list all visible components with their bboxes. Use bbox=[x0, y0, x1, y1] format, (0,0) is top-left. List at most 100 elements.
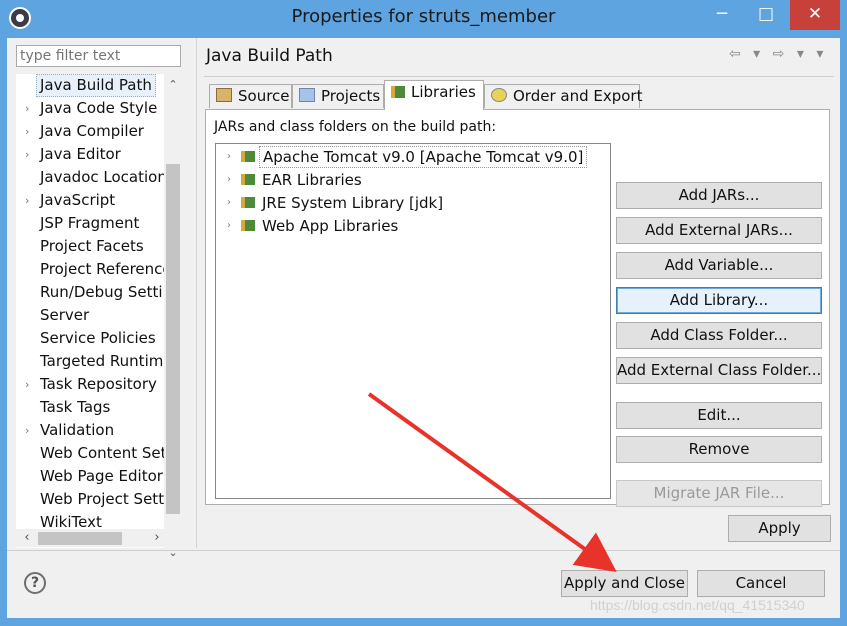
tree-item-java-editor[interactable]: › Java Editor bbox=[16, 143, 164, 166]
tab-order-and-export[interactable]: Order and Export bbox=[484, 84, 643, 108]
filter-input[interactable] bbox=[16, 45, 181, 67]
tree-item-label: Validation bbox=[40, 421, 115, 439]
tree-item-label: Service Policies bbox=[40, 329, 156, 347]
libraries-caption: JARs and class folders on the build path… bbox=[214, 119, 497, 135]
library-label: EAR Libraries bbox=[262, 171, 362, 189]
tree-item-label: Project References bbox=[40, 260, 164, 278]
library-icon bbox=[241, 174, 255, 185]
tree-item-label: Server bbox=[40, 306, 90, 324]
remove-button[interactable]: Remove bbox=[616, 436, 822, 463]
scroll-left-icon[interactable]: ‹ bbox=[18, 529, 36, 547]
expand-arrow-icon[interactable]: › bbox=[227, 192, 231, 214]
pane-divider[interactable] bbox=[196, 38, 197, 548]
minimize-button[interactable]: ─ bbox=[700, 0, 744, 30]
library-label: Apache Tomcat v9.0 [Apache Tomcat v9.0] bbox=[259, 146, 588, 168]
library-icon bbox=[241, 220, 255, 231]
apply-and-close-button[interactable]: Apply and Close bbox=[561, 570, 688, 597]
scroll-thumb[interactable] bbox=[166, 164, 180, 514]
scroll-thumb[interactable] bbox=[38, 532, 122, 545]
expand-arrow-icon[interactable]: › bbox=[227, 215, 231, 237]
dialog-body: Java Build Path › Java Code Style › Java C… bbox=[7, 38, 840, 618]
scroll-down-icon[interactable]: ⌄ bbox=[164, 544, 182, 562]
close-button[interactable]: ✕ bbox=[790, 0, 840, 30]
title-separator bbox=[204, 76, 834, 77]
tree-item-label: Web Content Settings bbox=[40, 444, 164, 462]
tab-libraries[interactable]: Libraries bbox=[384, 80, 484, 110]
tree-item-web-project-settings[interactable]: Web Project Settings bbox=[16, 488, 164, 511]
tree-item-label: Run/Debug Settings bbox=[40, 283, 164, 301]
add-class-folder-button[interactable]: Add Class Folder... bbox=[616, 322, 822, 349]
expand-arrow-icon[interactable]: › bbox=[25, 120, 29, 143]
tree-item-service-policies[interactable]: Service Policies bbox=[16, 327, 164, 350]
maximize-button[interactable]: □ bbox=[744, 0, 788, 30]
add-variable-button[interactable]: Add Variable... bbox=[616, 252, 822, 279]
source-folder-icon bbox=[216, 88, 232, 102]
tree-item-project-facets[interactable]: Project Facets bbox=[16, 235, 164, 258]
tree-item-label: JSP Fragment bbox=[40, 214, 140, 232]
edit-button[interactable]: Edit... bbox=[616, 402, 822, 429]
library-label: Web App Libraries bbox=[262, 217, 399, 235]
tree-item-label: Web Project Settings bbox=[40, 490, 164, 508]
tree-vertical-scrollbar[interactable]: ⌃ ⌄ bbox=[164, 74, 182, 559]
tab-label: Order and Export bbox=[513, 87, 643, 105]
tree-item-java-compiler[interactable]: › Java Compiler bbox=[16, 120, 164, 143]
tree-item-label: Java Compiler bbox=[40, 122, 144, 140]
tree-item-label: Java Code Style bbox=[40, 99, 158, 117]
expand-arrow-icon[interactable]: › bbox=[25, 189, 29, 212]
preference-tree[interactable]: Java Build Path › Java Code Style › Java C… bbox=[16, 74, 182, 548]
expand-arrow-icon[interactable]: › bbox=[227, 146, 231, 168]
tree-item-label: JavaScript bbox=[40, 191, 116, 209]
tree-item-label: Project Facets bbox=[40, 237, 144, 255]
tree-item-web-content-settings[interactable]: Web Content Settings bbox=[16, 442, 164, 465]
expand-arrow-icon[interactable]: › bbox=[25, 419, 29, 442]
migrate-jar-button[interactable]: Migrate JAR File... bbox=[616, 480, 822, 507]
tree-horizontal-scrollbar[interactable]: ‹ › bbox=[16, 529, 164, 547]
footer-separator bbox=[7, 550, 840, 551]
libraries-panel: JARs and class folders on the build path… bbox=[205, 109, 830, 507]
libraries-list[interactable]: › Apache Tomcat v9.0 [Apache Tomcat v9.0]… bbox=[215, 143, 611, 499]
expand-arrow-icon[interactable]: › bbox=[25, 143, 29, 166]
tree-item-jsp-fragment[interactable]: JSP Fragment bbox=[16, 212, 164, 235]
tree-item-validation[interactable]: › Validation bbox=[16, 419, 164, 442]
tab-source[interactable]: Source bbox=[209, 84, 292, 108]
help-icon[interactable]: ? bbox=[24, 572, 46, 594]
page-title: Java Build Path bbox=[206, 46, 333, 66]
add-jars-button[interactable]: Add JARs... bbox=[616, 182, 822, 209]
add-library-button[interactable]: Add Library... bbox=[616, 287, 822, 314]
scroll-right-icon[interactable]: › bbox=[148, 529, 166, 547]
expand-arrow-icon[interactable]: › bbox=[25, 97, 29, 120]
library-label: JRE System Library [jdk] bbox=[262, 194, 444, 212]
title-bar[interactable]: Properties for struts_member ─ □ ✕ bbox=[0, 0, 847, 38]
tab-label: Source bbox=[238, 87, 290, 105]
tree-item-label: Java Build Path bbox=[36, 74, 156, 97]
tab-projects[interactable]: Projects bbox=[292, 84, 384, 108]
tree-item-label: Task Repository bbox=[40, 375, 157, 393]
library-icon bbox=[241, 151, 255, 162]
tree-item-java-code-style[interactable]: › Java Code Style bbox=[16, 97, 164, 120]
history-nav-icons[interactable]: ⇦ ▾ ⇨ ▾ ▾ bbox=[729, 46, 827, 62]
library-icon bbox=[241, 197, 255, 208]
tree-item-web-page-editor[interactable]: Web Page Editor bbox=[16, 465, 164, 488]
tree-item-label: Task Tags bbox=[40, 398, 111, 416]
expand-arrow-icon[interactable]: › bbox=[227, 169, 231, 191]
tree-item-run-debug-settings[interactable]: Run/Debug Settings bbox=[16, 281, 164, 304]
tree-item-task-repository[interactable]: › Task Repository bbox=[16, 373, 164, 396]
apply-button[interactable]: Apply bbox=[728, 515, 831, 542]
tree-item-targeted-runtimes[interactable]: Targeted Runtimes bbox=[16, 350, 164, 373]
tab-label: Libraries bbox=[411, 83, 476, 101]
expand-arrow-icon[interactable]: › bbox=[25, 373, 29, 396]
tree-item-task-tags[interactable]: Task Tags bbox=[16, 396, 164, 419]
order-export-icon bbox=[491, 88, 507, 102]
add-external-class-folder-button[interactable]: Add External Class Folder... bbox=[616, 357, 822, 384]
tree-item-javadoc-location[interactable]: Javadoc Location bbox=[16, 166, 164, 189]
tree-item-javascript[interactable]: › JavaScript bbox=[16, 189, 164, 212]
tree-item-label: Javadoc Location bbox=[40, 168, 164, 186]
tree-item-label: Web Page Editor bbox=[40, 467, 163, 485]
library-icon bbox=[391, 86, 405, 98]
tree-item-project-references[interactable]: Project References bbox=[16, 258, 164, 281]
add-external-jars-button[interactable]: Add External JARs... bbox=[616, 217, 822, 244]
scroll-up-icon[interactable]: ⌃ bbox=[164, 76, 182, 94]
cancel-button[interactable]: Cancel bbox=[697, 570, 825, 597]
tree-item-server[interactable]: Server bbox=[16, 304, 164, 327]
tree-item-java-build-path[interactable]: Java Build Path bbox=[16, 74, 164, 97]
